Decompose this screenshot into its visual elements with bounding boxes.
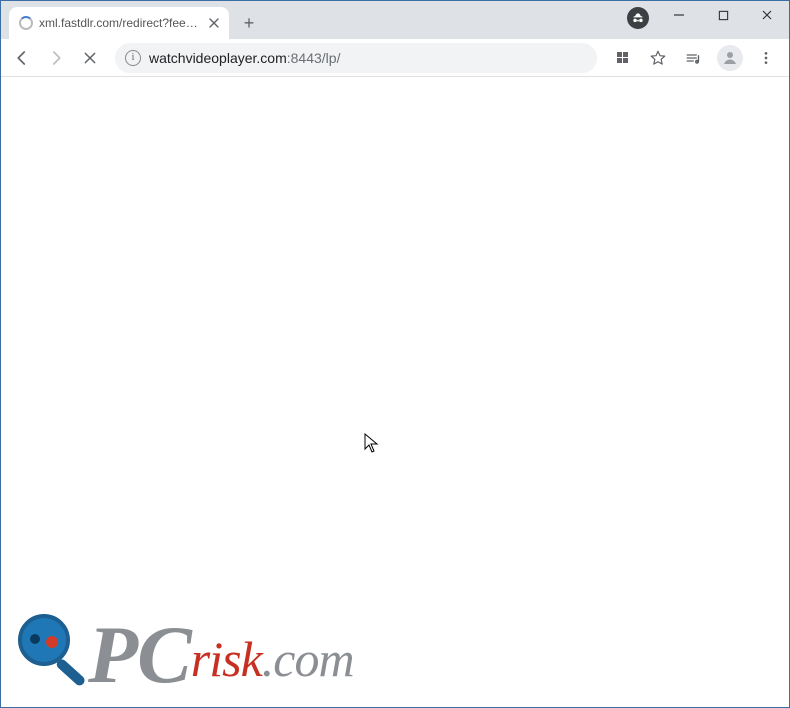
url-host: watchvideoplayer.com <box>149 50 287 66</box>
profile-button[interactable] <box>715 43 745 73</box>
window-close-button[interactable] <box>745 1 789 29</box>
back-button[interactable] <box>7 43 37 73</box>
window-controls <box>657 1 789 31</box>
browser-window: xml.fastdlr.com/redirect?feed=31 + <box>0 0 790 708</box>
brand-c: C <box>137 609 191 700</box>
forward-button[interactable] <box>41 43 71 73</box>
toolbar: i watchvideoplayer.com:8443/lp/ <box>1 39 789 77</box>
url-text: watchvideoplayer.com:8443/lp/ <box>149 50 340 66</box>
page-viewport: PCrisk.com <box>2 77 788 706</box>
bookmark-star-icon[interactable] <box>643 43 673 73</box>
incognito-icon <box>627 7 649 29</box>
maximize-button[interactable] <box>701 1 745 29</box>
tab-title: xml.fastdlr.com/redirect?feed=31 <box>39 16 200 30</box>
url-port: :8443 <box>287 50 322 66</box>
brand-text: PCrisk.com <box>88 614 354 696</box>
stop-reload-button[interactable] <box>75 43 105 73</box>
brand-dotcom: .com <box>262 631 354 687</box>
url-path: /lp/ <box>322 50 341 66</box>
tab-active[interactable]: xml.fastdlr.com/redirect?feed=31 <box>9 7 229 39</box>
qr-icon[interactable] <box>607 43 637 73</box>
magnifier-icon <box>14 610 82 700</box>
brand-p: P <box>88 609 137 700</box>
brand-risk: risk <box>191 631 262 687</box>
avatar-icon <box>717 45 743 71</box>
toolbar-right <box>607 43 783 73</box>
titlebar: xml.fastdlr.com/redirect?feed=31 + <box>1 1 789 39</box>
minimize-button[interactable] <box>657 1 701 29</box>
tab-close-button[interactable] <box>206 15 221 31</box>
loading-spinner-icon <box>19 16 33 30</box>
address-bar[interactable]: i watchvideoplayer.com:8443/lp/ <box>115 43 597 73</box>
new-tab-button[interactable]: + <box>235 9 263 37</box>
cursor-icon <box>364 433 380 458</box>
menu-button[interactable] <box>751 43 781 73</box>
watermark-logo: PCrisk.com <box>14 610 354 700</box>
media-control-icon[interactable] <box>679 43 709 73</box>
site-info-icon[interactable]: i <box>125 50 141 66</box>
